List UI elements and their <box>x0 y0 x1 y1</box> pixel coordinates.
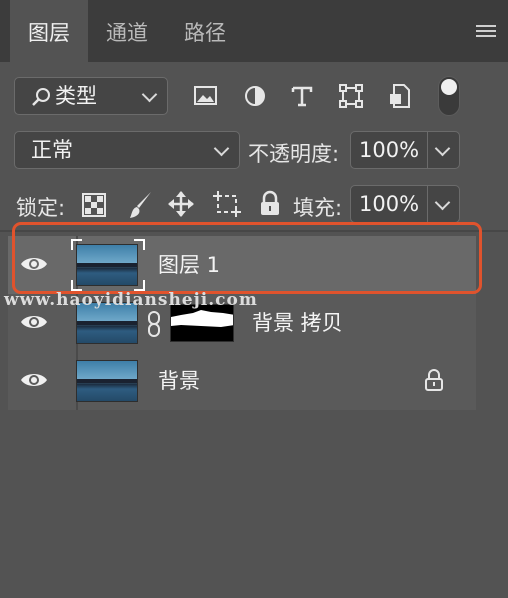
chevron-down-icon <box>141 86 158 103</box>
opacity-field[interactable]: 100% <box>350 131 460 169</box>
lock-image-pixels-brush-icon[interactable] <box>128 190 154 220</box>
lock-label: 锁定: <box>16 196 66 220</box>
mask-link-chain-icon[interactable] <box>146 310 162 338</box>
search-icon <box>32 88 50 106</box>
layer-lock-icon[interactable] <box>424 368 444 392</box>
lock-all-icon[interactable] <box>259 190 281 218</box>
lock-transparent-pixels-icon[interactable] <box>82 193 106 217</box>
filter-toggle[interactable] <box>438 76 460 116</box>
lock-artboard-icon[interactable] <box>212 190 242 218</box>
blend-mode-select[interactable]: 正常 <box>14 131 240 169</box>
opacity-value: 100% <box>359 138 420 162</box>
tab-layers[interactable]: 图层 <box>10 0 88 62</box>
mask-shape <box>171 310 233 327</box>
blend-mode-value: 正常 <box>31 138 73 162</box>
type-layer-filter-icon[interactable] <box>290 84 314 108</box>
panel-menu-icon[interactable] <box>476 25 496 39</box>
watermark-text: www.haoyidianshejі.com <box>4 290 258 310</box>
divider <box>427 186 428 222</box>
layer-thumbnail[interactable] <box>76 360 138 402</box>
visibility-eye-icon[interactable] <box>20 312 48 332</box>
divider <box>427 132 428 168</box>
layer-name[interactable]: 背景 拷贝 <box>252 294 343 352</box>
opacity-label: 不透明度: <box>248 142 340 166</box>
lock-position-move-icon[interactable] <box>167 190 195 218</box>
chevron-down-icon <box>213 140 230 157</box>
chevron-down-icon[interactable] <box>434 140 451 157</box>
shape-layer-filter-icon[interactable] <box>338 83 364 109</box>
chevron-down-icon[interactable] <box>434 194 451 211</box>
layer-name[interactable]: 背景 <box>158 352 200 410</box>
fill-value: 100% <box>359 192 420 216</box>
selection-highlight-outline <box>12 222 482 294</box>
fill-label: 填充: <box>293 196 343 220</box>
visibility-eye-icon[interactable] <box>20 370 48 390</box>
panel-tab-bar: 图层 通道 路径 <box>0 0 508 62</box>
pixel-layer-filter-icon[interactable] <box>193 84 219 108</box>
adjustment-layer-filter-icon[interactable] <box>243 84 267 108</box>
fill-field[interactable]: 100% <box>350 185 460 223</box>
smart-object-filter-icon[interactable] <box>388 83 412 109</box>
filter-toggle-knob <box>441 79 457 95</box>
filter-type-select[interactable]: 类型 <box>14 77 168 115</box>
filter-type-label: 类型 <box>55 84 97 108</box>
layer-row-background[interactable]: 背景 <box>8 352 476 410</box>
tab-paths[interactable]: 路径 <box>168 0 242 62</box>
tab-channels[interactable]: 通道 <box>90 0 164 62</box>
